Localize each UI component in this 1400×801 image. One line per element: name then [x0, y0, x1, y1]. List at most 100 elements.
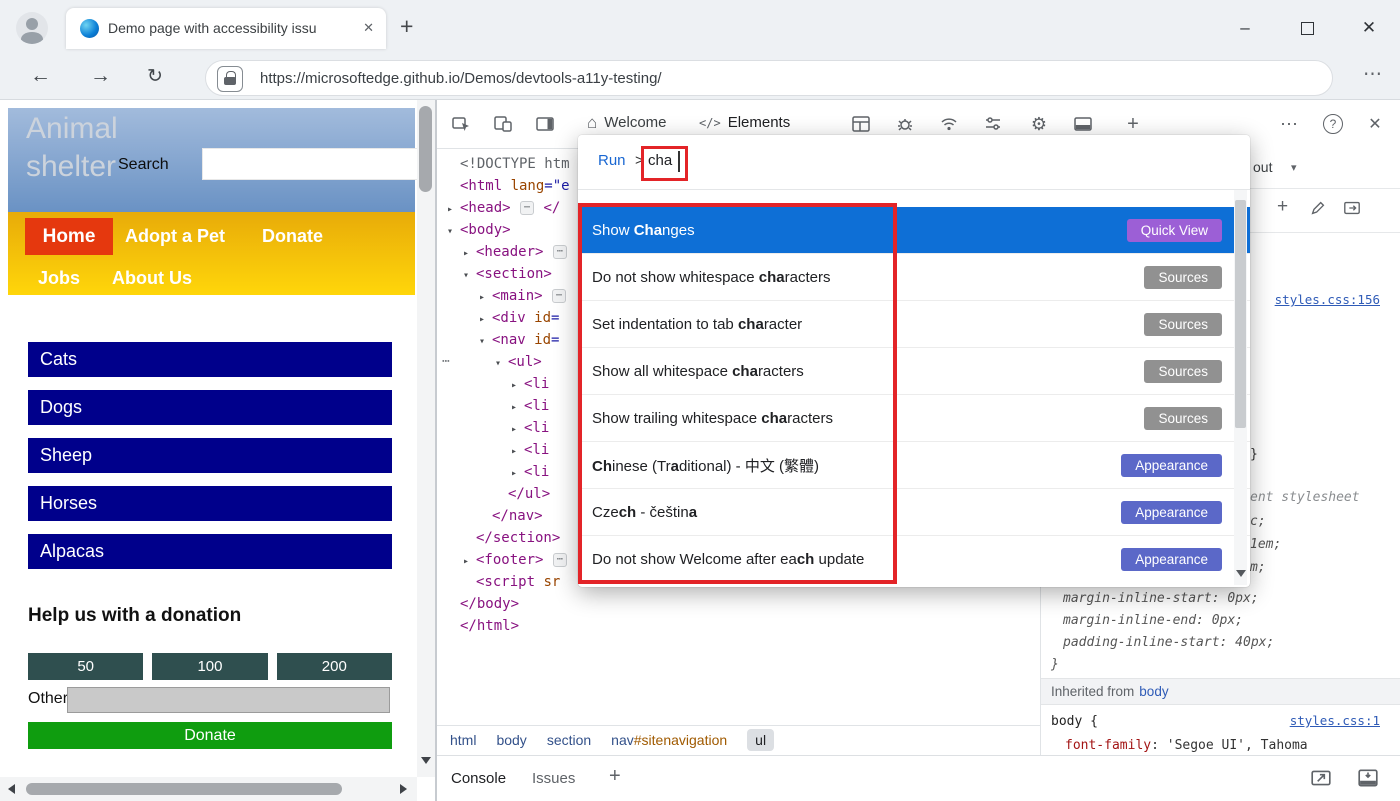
layout-tab-fragment[interactable]: out: [1253, 159, 1272, 175]
device-emulation-icon[interactable]: [491, 112, 515, 136]
amount-button-100[interactable]: 100: [152, 653, 267, 680]
animal-item-horses[interactable]: Horses: [28, 486, 392, 521]
right-arrow-icon[interactable]: ▸: [463, 243, 476, 265]
right-arrow-icon[interactable]: ▸: [511, 397, 524, 419]
palette-scrollbar[interactable]: [1234, 190, 1247, 585]
customize-tools-icon[interactable]: [981, 112, 1005, 136]
nav-link-jobs[interactable]: Jobs: [38, 268, 80, 289]
down-arrow-icon[interactable]: ▾: [447, 221, 460, 243]
amount-button-200[interactable]: 200: [277, 653, 392, 680]
browser-tab[interactable]: Demo page with accessibility issu ✕: [66, 8, 386, 49]
command-item[interactable]: Show ChangesQuick View: [578, 207, 1250, 253]
site-security-lock-icon[interactable]: [217, 66, 243, 92]
nav-link-home[interactable]: Home: [25, 218, 113, 255]
animal-item-cats[interactable]: Cats: [28, 342, 392, 377]
command-item[interactable]: Show all whitespace charactersSources: [578, 347, 1250, 394]
nav-link-adopt[interactable]: Adopt a Pet: [125, 226, 225, 247]
panel-arrow-icon[interactable]: [1343, 199, 1361, 222]
right-arrow-icon[interactable]: ▸: [479, 309, 492, 331]
down-arrow-icon[interactable]: ▾: [479, 331, 492, 353]
profile-avatar[interactable]: [16, 12, 48, 44]
layout-tool-icon[interactable]: [849, 112, 873, 136]
breadcrumb-body[interactable]: body: [496, 732, 526, 748]
animal-item-alpacas[interactable]: Alpacas: [28, 534, 392, 569]
bug-tool-icon[interactable]: [893, 112, 917, 136]
browser-menu-icon[interactable]: ⋯: [1363, 63, 1382, 86]
run-mode-label[interactable]: Run: [598, 152, 626, 169]
palette-scroll-thumb[interactable]: [1235, 200, 1246, 428]
chevron-down-icon[interactable]: ▾: [1291, 161, 1297, 174]
breadcrumb-ul-current[interactable]: ul: [747, 729, 774, 751]
amount-button-50[interactable]: 50: [28, 653, 143, 680]
css-line[interactable]: margin-inline-start: 0px;: [1063, 591, 1259, 606]
tab-console[interactable]: Console: [451, 756, 506, 800]
close-button[interactable]: ✕: [1338, 0, 1400, 56]
nav-link-donate[interactable]: Donate: [262, 226, 323, 247]
right-arrow-icon[interactable]: ▸: [511, 463, 524, 485]
dock-side-icon[interactable]: [1071, 112, 1095, 136]
address-bar[interactable]: [205, 60, 1333, 96]
node-menu-icon[interactable]: ⋯: [442, 351, 450, 373]
network-conditions-icon[interactable]: [937, 112, 961, 136]
search-input[interactable]: [202, 148, 419, 180]
stylesheet-link[interactable]: styles.css:1: [1290, 713, 1380, 728]
new-style-rule-icon[interactable]: +: [1277, 196, 1288, 218]
maximize-button[interactable]: [1276, 0, 1338, 56]
command-query-input[interactable]: cha: [648, 152, 672, 169]
inspect-element-icon[interactable]: [449, 112, 473, 136]
scroll-left-arrow-icon[interactable]: [8, 784, 15, 794]
scroll-right-arrow-icon[interactable]: [400, 784, 407, 794]
animal-item-dogs[interactable]: Dogs: [28, 390, 392, 425]
animal-item-sheep[interactable]: Sheep: [28, 438, 392, 473]
minimize-button[interactable]: –: [1214, 0, 1276, 56]
command-item[interactable]: Do not show Welcome after each updateApp…: [578, 535, 1250, 582]
settings-gear-icon[interactable]: ⚙: [1027, 112, 1051, 136]
focus-page-icon[interactable]: [533, 112, 557, 136]
more-tools-icon[interactable]: +: [1121, 112, 1145, 136]
forward-button[interactable]: →: [90, 64, 111, 88]
command-item[interactable]: Chinese (Traditional) - 中文 (繁體)Appearanc…: [578, 441, 1250, 488]
scroll-down-arrow-icon[interactable]: [421, 757, 431, 764]
page-vertical-scrollbar[interactable]: [417, 100, 435, 777]
palette-scroll-down-icon[interactable]: [1236, 570, 1246, 577]
right-arrow-icon[interactable]: ▸: [463, 551, 476, 573]
inherited-body-link[interactable]: body: [1139, 684, 1168, 699]
right-arrow-icon[interactable]: ▸: [511, 419, 524, 441]
stylesheet-link[interactable]: styles.css:156: [1275, 292, 1380, 307]
breadcrumb-html[interactable]: html: [450, 732, 476, 748]
help-icon[interactable]: ?: [1321, 112, 1345, 136]
dom-tree-line[interactable]: </body>: [437, 593, 1040, 615]
breadcrumb-section[interactable]: section: [547, 732, 591, 748]
expand-drawer-icon[interactable]: [1357, 767, 1379, 794]
right-arrow-icon[interactable]: ▸: [511, 441, 524, 463]
nav-link-about[interactable]: About Us: [112, 268, 192, 289]
new-tab-button[interactable]: +: [400, 13, 413, 40]
horizontal-scroll-thumb[interactable]: [26, 783, 342, 795]
new-drawer-tab-icon[interactable]: +: [609, 765, 621, 788]
command-item[interactable]: Do not show whitespace charactersSources: [578, 253, 1250, 300]
dom-tree-line[interactable]: </html>: [437, 615, 1040, 637]
right-arrow-icon[interactable]: ▸: [479, 287, 492, 309]
page-horizontal-scrollbar[interactable]: [0, 777, 417, 801]
back-button[interactable]: ←: [30, 64, 51, 88]
command-item[interactable]: Czech - češtinaAppearance: [578, 488, 1250, 535]
command-item[interactable]: Show trailing whitespace charactersSourc…: [578, 394, 1250, 441]
css-line[interactable]: margin-inline-end: 0px;: [1063, 613, 1243, 628]
right-arrow-icon[interactable]: ▸: [511, 375, 524, 397]
body-selector[interactable]: body {: [1051, 714, 1098, 729]
command-item[interactable]: Set indentation to tab characterSources: [578, 300, 1250, 347]
other-amount-input[interactable]: [67, 687, 390, 713]
down-arrow-icon[interactable]: ▾: [463, 265, 476, 287]
tab-issues[interactable]: Issues: [532, 756, 575, 800]
devtools-menu-icon[interactable]: ⋯: [1277, 112, 1301, 136]
url-input[interactable]: [258, 62, 1262, 95]
donate-button[interactable]: Donate: [28, 722, 392, 749]
dock-drawer-icon[interactable]: [1310, 767, 1332, 794]
brush-icon[interactable]: [1309, 199, 1327, 222]
vertical-scroll-thumb[interactable]: [419, 106, 432, 192]
devtools-close-icon[interactable]: ✕: [1363, 112, 1387, 136]
right-arrow-icon[interactable]: ▸: [447, 199, 460, 221]
breadcrumb-nav[interactable]: nav#sitenavigation: [611, 732, 727, 748]
css-line[interactable]: padding-inline-start: 40px;: [1063, 635, 1274, 650]
refresh-button[interactable]: ↻: [147, 65, 163, 88]
